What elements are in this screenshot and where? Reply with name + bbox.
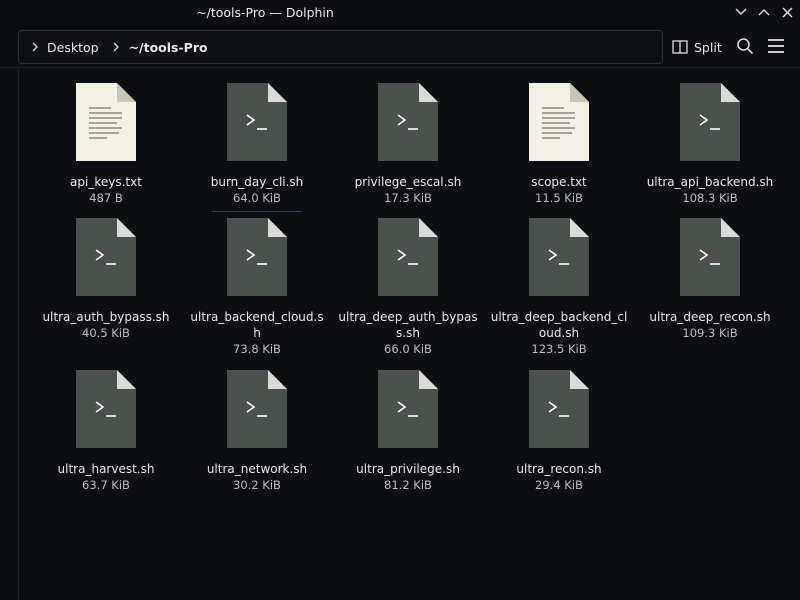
script-file-icon [76, 370, 136, 448]
minimize-icon[interactable] [734, 4, 748, 20]
file-item[interactable]: ultra_recon.sh 29.4 KiB [489, 369, 629, 493]
window-controls [734, 4, 794, 20]
file-name: ultra_api_backend.sh [646, 175, 774, 189]
script-file-icon [378, 83, 438, 161]
file-item[interactable]: ultra_deep_backend_cloud.sh 123.5 KiB [489, 217, 629, 357]
script-file-icon [76, 218, 136, 296]
file-size: 109.3 KiB [682, 326, 738, 340]
file-size: 63.7 KiB [82, 478, 130, 492]
script-file-icon [680, 218, 740, 296]
chevron-right-icon [27, 39, 43, 55]
file-name: ultra_privilege.sh [356, 462, 460, 476]
close-icon[interactable] [780, 4, 794, 20]
maximize-icon[interactable] [757, 4, 771, 20]
file-item[interactable]: ultra_deep_recon.sh 109.3 KiB [640, 217, 780, 341]
file-size: 81.2 KiB [384, 478, 432, 492]
toolbar: Desktop ~/tools-Pro Split [0, 26, 800, 68]
file-item[interactable]: privilege_escal.sh 17.3 KiB [338, 82, 478, 206]
file-item[interactable]: burn_day_cli.sh 64.0 KiB [187, 82, 327, 212]
breadcrumb[interactable]: Desktop ~/tools-Pro [18, 30, 663, 64]
title-bar: ~/tools-Pro — Dolphin [0, 0, 800, 26]
file-size: 11.5 KiB [535, 191, 583, 205]
file-item[interactable]: api_keys.txt 487 B [36, 82, 176, 206]
file-item[interactable]: ultra_harvest.sh 63.7 KiB [36, 369, 176, 493]
file-item[interactable]: ultra_privilege.sh 81.2 KiB [338, 369, 478, 493]
split-view-icon [672, 40, 688, 54]
file-size: 66.0 KiB [384, 342, 432, 356]
file-view[interactable]: api_keys.txt 487 B burn_day_cli.sh 64.0 … [18, 69, 800, 600]
file-name: privilege_escal.sh [354, 175, 462, 189]
file-size: 29.4 KiB [535, 478, 583, 492]
split-button[interactable]: Split [672, 36, 722, 58]
file-name: burn_day_cli.sh [210, 175, 304, 189]
file-name: ultra_harvest.sh [57, 462, 155, 476]
text-file-icon [529, 83, 589, 161]
file-name: ultra_deep_backend_cloud.sh [490, 310, 628, 340]
split-label: Split [694, 39, 722, 55]
text-file-icon [76, 83, 136, 161]
file-item[interactable]: ultra_auth_bypass.sh 40.5 KiB [36, 217, 176, 341]
script-file-icon [680, 83, 740, 161]
file-name: ultra_deep_auth_bypass.sh [338, 310, 478, 340]
file-item[interactable]: ultra_api_backend.sh 108.3 KiB [640, 82, 780, 206]
file-item[interactable]: ultra_deep_auth_bypass.sh 66.0 KiB [338, 217, 478, 357]
file-name: ultra_recon.sh [516, 462, 602, 476]
file-size: 17.3 KiB [384, 191, 432, 205]
file-size: 73.8 KiB [233, 342, 281, 356]
breadcrumb-item-current[interactable]: ~/tools-Pro [129, 40, 208, 55]
script-file-icon [529, 370, 589, 448]
script-file-icon [227, 83, 287, 161]
file-name: ultra_deep_recon.sh [649, 310, 771, 324]
hamburger-menu-icon[interactable] [767, 38, 785, 54]
file-name: ultra_auth_bypass.sh [42, 310, 170, 324]
file-item[interactable]: ultra_backend_cloud.sh 73.8 KiB [187, 217, 327, 357]
hover-indicator [212, 211, 302, 212]
search-icon[interactable] [736, 37, 754, 55]
script-file-icon [529, 218, 589, 296]
file-item[interactable]: ultra_network.sh 30.2 KiB [187, 369, 327, 493]
file-name: scope.txt [531, 175, 587, 189]
file-size: 64.0 KiB [233, 191, 281, 205]
script-file-icon [227, 370, 287, 448]
file-size: 487 B [89, 191, 123, 205]
breadcrumb-item-desktop[interactable]: Desktop [47, 40, 99, 55]
file-name: ultra_network.sh [206, 462, 308, 476]
chevron-right-icon [109, 39, 125, 55]
script-file-icon [378, 370, 438, 448]
file-item[interactable]: scope.txt 11.5 KiB [489, 82, 629, 206]
window-title: ~/tools-Pro — Dolphin [196, 5, 334, 20]
script-file-icon [378, 218, 438, 296]
file-size: 40.5 KiB [82, 326, 130, 340]
script-file-icon [227, 218, 287, 296]
file-size: 108.3 KiB [682, 191, 738, 205]
file-size: 30.2 KiB [233, 478, 281, 492]
file-name: ultra_backend_cloud.sh [190, 310, 324, 340]
file-size: 123.5 KiB [531, 342, 587, 356]
file-name: api_keys.txt [70, 175, 142, 189]
